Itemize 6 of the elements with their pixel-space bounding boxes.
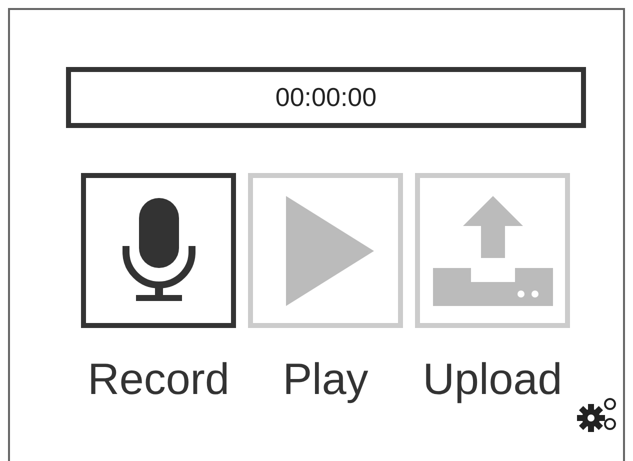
upload-icon (432, 196, 552, 306)
record-button[interactable] (81, 173, 236, 328)
button-caption: Record (88, 354, 230, 406)
button-caption: Upload (422, 354, 562, 406)
button-caption: Play (282, 354, 368, 406)
timer-display: 00:00:00 (66, 67, 586, 128)
